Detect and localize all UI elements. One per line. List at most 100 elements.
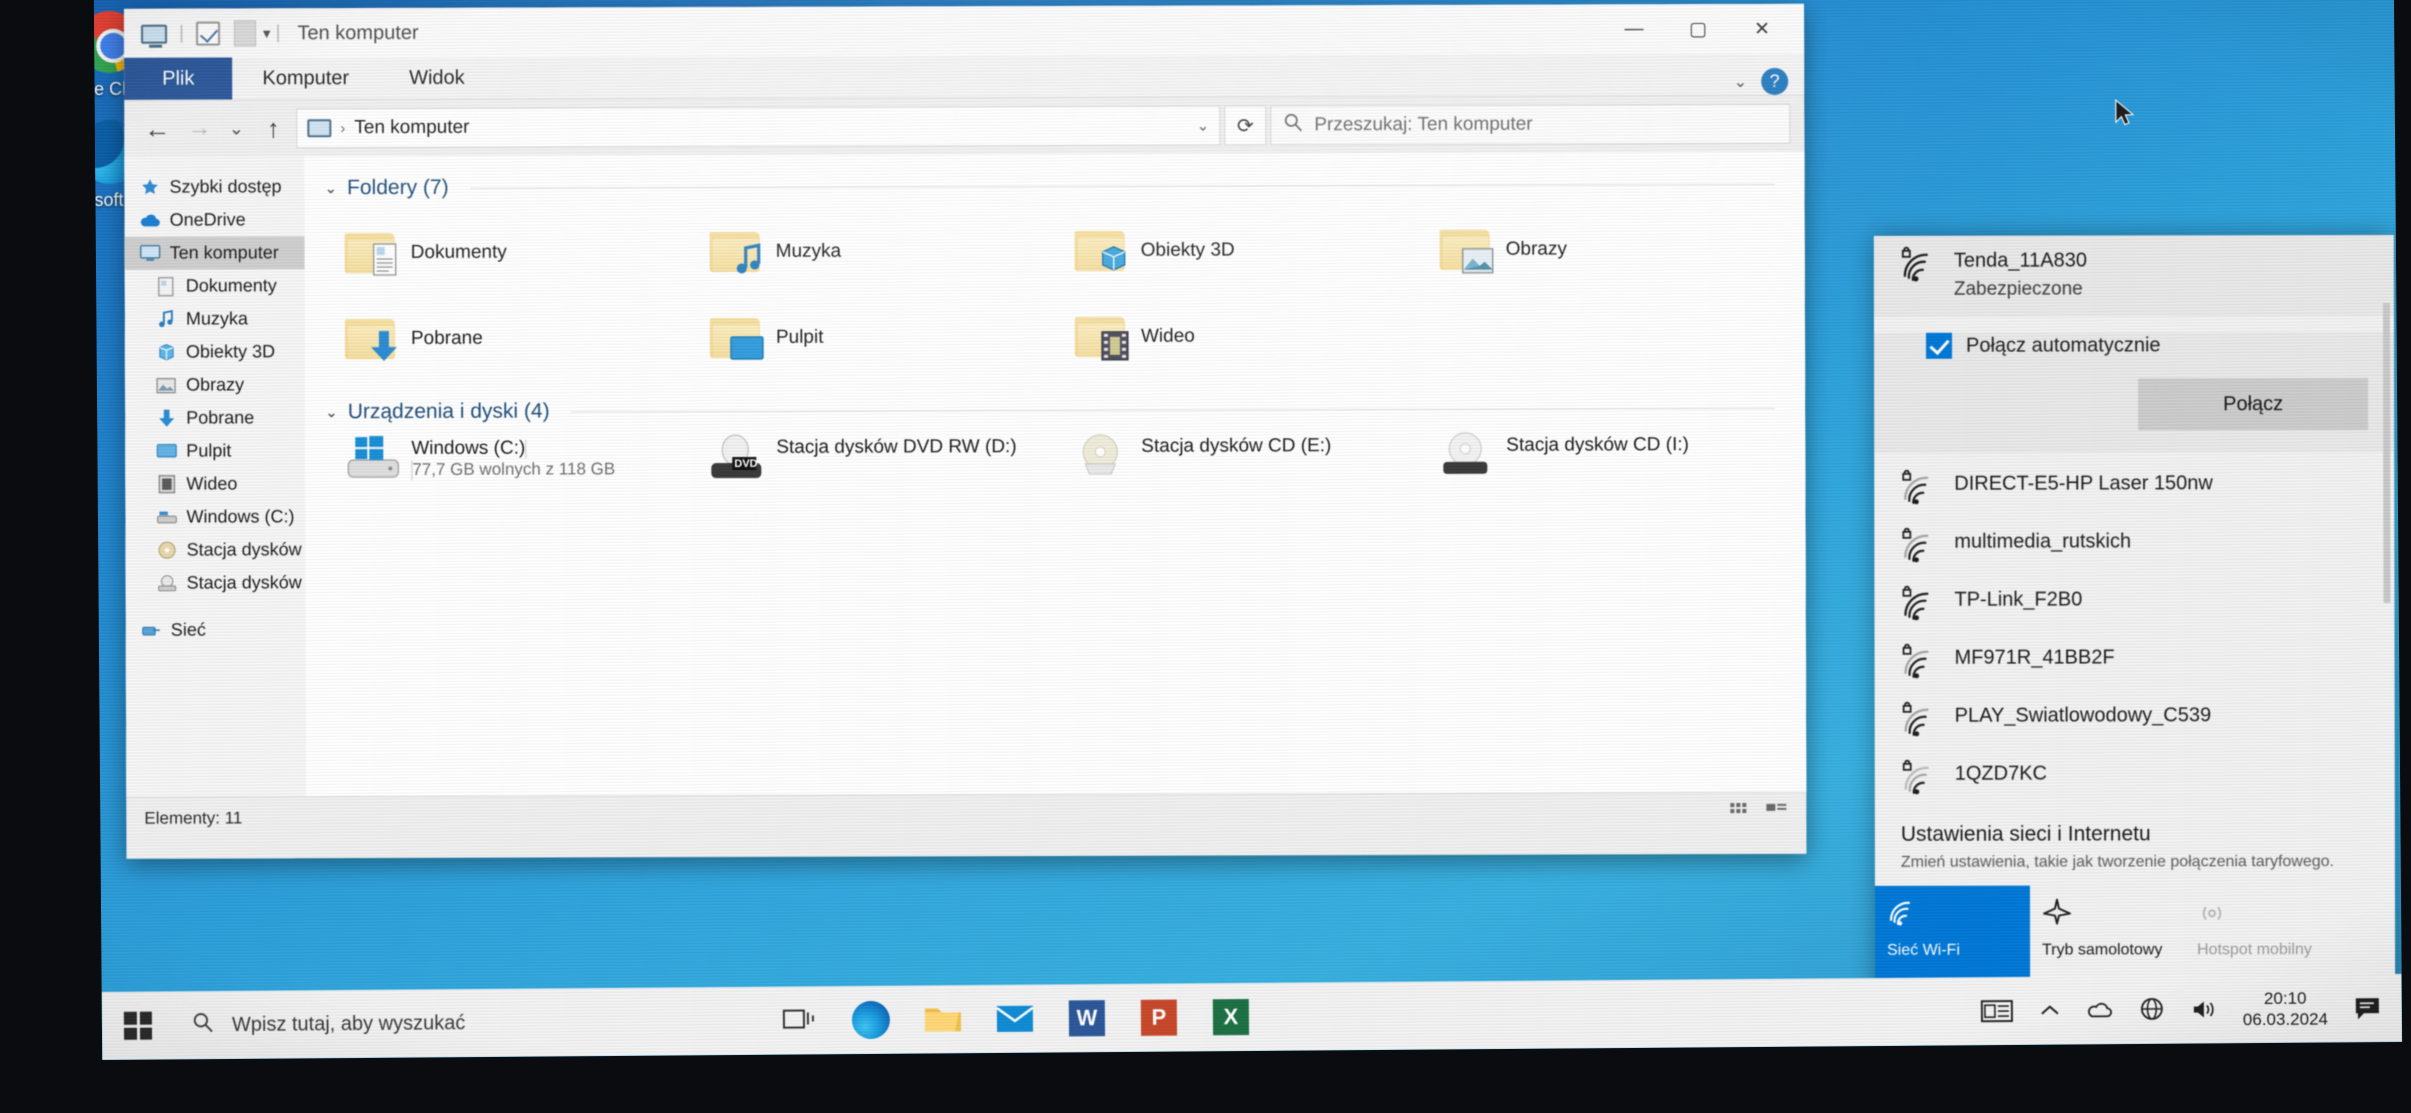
search-input[interactable]: Przeszukaj: Ten komputer [1270,103,1791,146]
wifi-flyout[interactable]: Tenda_11A830 Zabezpieczone Połącz automa… [1873,234,2396,996]
news-and-interests-icon[interactable] [1980,999,2013,1023]
sidebar-item-pobrane[interactable]: Pobrane [125,401,305,435]
details-view-icon[interactable] [1730,802,1752,825]
new-folder-icon[interactable] [233,20,257,47]
word-icon[interactable]: W [1066,997,1108,1039]
taskbar-clock[interactable]: 20:10 06.03.2024 [2243,987,2328,1030]
close-button[interactable]: ✕ [1730,4,1794,54]
group-header-foldery[interactable]: ⌄ Foldery (7) [324,172,1804,200]
sidebar-item-obiekty-3d[interactable]: Obiekty 3D [125,335,305,369]
wifi-ssid: TP-Link_F2B0 [1954,588,2083,611]
wifi-network[interactable]: multimedia_rutskich [1874,516,2394,575]
start-button[interactable] [102,991,175,1060]
task-view-icon[interactable] [778,999,820,1041]
excel-icon[interactable]: X [1210,996,1252,1038]
breadcrumb-path[interactable]: Ten komputer [354,117,469,139]
folder-item[interactable]: Pulpit [684,294,1049,381]
sidebar-item-cd-drive-1[interactable]: Stacja dysków CD (I [126,533,349,567]
sidebar-item-wideo[interactable]: Wideo [125,467,305,501]
drive-item[interactable]: Stacja dysków CD (I:) [1414,430,1779,531]
window-titlebar[interactable]: | ▾ | Ten komputer — ▢ ✕ [123,3,1805,59]
content-pane[interactable]: ⌄ Foldery (7) Dokumenty Muzyka Obiekty 3… [304,151,1807,797]
file-explorer-icon[interactable] [922,998,964,1040]
up-button[interactable]: ↑ [254,109,292,147]
this-pc-icon[interactable] [141,24,168,44]
volume-icon[interactable] [2191,998,2217,1020]
photo-of-screen: Google Chrome Microsoft Edge | ▾ | Ten k… [0,0,2411,1113]
recent-locations-icon[interactable]: ⌄ [222,109,250,147]
wifi-network[interactable]: MF971R_41BB2F [1875,632,2395,691]
edge-icon[interactable] [850,999,892,1041]
chevron-down-icon[interactable]: ⌄ [325,403,338,421]
folder-item[interactable]: Obiekty 3D [1049,207,1414,294]
sidebar-item-label: Windows (C:) [186,506,295,527]
item-count-label: Elementy: 11 [144,807,243,828]
wifi-network[interactable]: DIRECT-E5-HP Laser 150nw [1874,458,2394,517]
drive-tiles: Windows (C:) 77,7 GB wolnych z 118 GB DV… [319,430,1805,534]
sidebar-item-ten-komputer[interactable]: Ten komputer [124,236,305,270]
action-center-icon[interactable] [2354,995,2382,1021]
scrollbar[interactable] [2382,302,2391,604]
sidebar-item-windows-c[interactable]: Windows (C:) [125,500,305,534]
minimize-button[interactable]: — [1602,4,1666,54]
wifi-ssid: MF971R_41BB2F [1954,646,2115,669]
sidebar-item-siec[interactable]: Sieć [126,613,306,647]
taskbar-search-input[interactable]: Wpisz tutaj, aby wyszukać [174,987,755,1060]
folder-item[interactable]: Wideo [1049,293,1414,380]
mail-icon[interactable] [994,998,1036,1040]
drive-item[interactable]: Stacja dysków CD (E:) [1049,431,1414,532]
system-tray[interactable]: 20:10 06.03.2024 [1980,987,2402,1033]
network-settings-link[interactable]: Ustawienia sieci i Internetu Zmień ustaw… [1875,822,2395,872]
sidebar-item-obrazy[interactable]: Obrazy [125,368,305,402]
refresh-button[interactable]: ⟳ [1224,105,1267,146]
auto-connect-row[interactable]: Połącz automatycznie [1925,332,2394,359]
folder-item[interactable]: Muzyka [684,208,1049,295]
wifi-network[interactable]: TP-Link_F2B0 [1874,574,2394,633]
tab-plik[interactable]: Plik [124,57,233,100]
help-icon[interactable]: ? [1761,67,1789,95]
chevron-down-icon[interactable]: ⌄ [324,179,337,197]
back-button[interactable]: ← [138,110,176,148]
ribbon-tabs[interactable]: Plik Komputer Widok ⌄ ? [124,53,1805,101]
tab-komputer[interactable]: Komputer [232,57,379,99]
word-letter: W [1068,1000,1106,1037]
sidebar-item-dokumenty[interactable]: Dokumenty [125,269,305,303]
taskbar[interactable]: Wpisz tutaj, aby wyszukać W P X 20:10 06… [101,973,2403,1061]
chevron-down-icon[interactable]: ▾ [263,24,271,42]
address-bar[interactable]: › Ten komputer ⌄ [296,105,1221,149]
folder-videos-icon [1074,315,1129,361]
forward-button[interactable]: → [180,110,218,148]
folder-item[interactable]: Dokumenty [319,209,684,296]
powerpoint-icon[interactable]: P [1138,997,1180,1039]
wifi-network[interactable]: 1QZD7KC [1875,748,2395,807]
group-header-urzadzenia[interactable]: ⌄ Urządzenia i dyski (4) [325,396,1805,424]
windows-drive-icon [345,434,400,485]
folder-item[interactable]: Pobrane [319,295,684,382]
sidebar-item-szybki-dostep[interactable]: Szybki dostęp [124,170,304,204]
sidebar-item-onedrive[interactable]: OneDrive [125,203,305,237]
tiles-view-icon[interactable] [1766,802,1788,825]
drive-item[interactable]: Windows (C:) 77,7 GB wolnych z 118 GB [319,433,684,534]
drive-item[interactable]: DVD Stacja dysków DVD RW (D:) [684,432,1049,533]
sidebar-item-muzyka[interactable]: Muzyka [125,302,305,336]
wifi-secured-icon [1900,527,1940,565]
address-toolbar[interactable]: ← → ⌄ ↑ › Ten komputer ⌄ ⟳ Przeszukaj: T… [124,95,1805,157]
onedrive-tray-icon[interactable] [2087,999,2113,1021]
chevron-down-icon[interactable]: ⌄ [1734,71,1747,91]
maximize-button[interactable]: ▢ [1666,4,1730,54]
drive-label: Stacja dysków CD (I:) [1506,434,1689,456]
show-hidden-icons-icon[interactable] [2039,1003,2061,1019]
wifi-network-selected[interactable]: Tenda_11A830 Zabezpieczone [1873,234,2394,317]
sidebar-item-pulpit[interactable]: Pulpit [125,434,305,468]
chevron-down-icon[interactable]: ⌄ [1197,117,1210,135]
file-explorer-window[interactable]: | ▾ | Ten komputer — ▢ ✕ Plik Komputer W… [123,3,1807,859]
connect-button[interactable]: Połącz [2138,378,2369,431]
sidebar-item-cd-drive-2[interactable]: Stacja dysków CD (I [126,566,349,600]
navigation-pane[interactable]: Szybki dostęp OneDrive Ten komputer Doku… [124,156,349,797]
auto-connect-checkbox[interactable] [1925,332,1953,359]
properties-icon[interactable] [195,21,221,46]
folder-item[interactable]: Obrazy [1414,206,1779,293]
network-tray-icon[interactable] [2139,997,2165,1023]
tab-widok[interactable]: Widok [379,57,495,99]
wifi-network[interactable]: PLAY_Swiatlowodowy_C539 [1875,690,2395,749]
